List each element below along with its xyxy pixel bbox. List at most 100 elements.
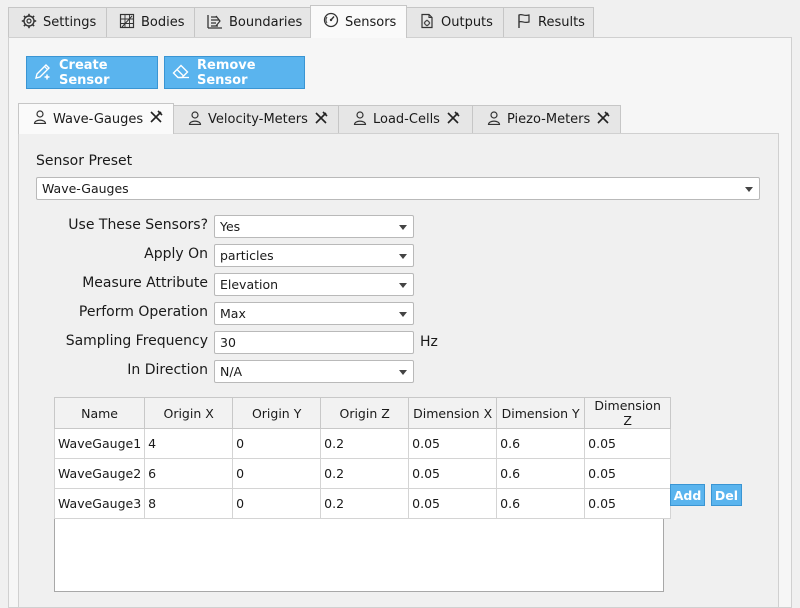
column-header[interactable]: Name (53, 397, 146, 429)
chevron-down-icon (399, 370, 407, 375)
tab-piezo-meters[interactable]: Piezo-Meters (472, 105, 621, 133)
tab-results[interactable]: Results (503, 7, 594, 37)
table-cell[interactable]: 0.2 (320, 458, 410, 489)
delete-row-button[interactable]: Del (711, 484, 742, 506)
column-header[interactable]: Dimension Y (496, 397, 586, 429)
table-cell[interactable]: 0 (232, 488, 322, 519)
eraser-icon (171, 61, 191, 85)
tab-velocity-meters[interactable]: Velocity-Meters (173, 105, 339, 133)
sampling-frequency-input[interactable]: 30 (214, 331, 414, 354)
table-header-row: Name Origin X Origin Y Origin Z Dimensio… (53, 397, 672, 429)
column-header[interactable]: Origin X (144, 397, 234, 429)
tab-sensors-label: Sensors (345, 14, 397, 30)
table-cell[interactable]: 4 (144, 428, 234, 459)
tab-outputs[interactable]: Outputs (406, 7, 504, 37)
table-cell[interactable]: 0.6 (496, 488, 586, 519)
tab-velocity-meters-label: Velocity-Meters (208, 112, 308, 127)
table-cell[interactable]: 0.05 (584, 458, 672, 489)
apply-on-label: Apply On (144, 246, 208, 262)
tab-load-cells[interactable]: Load-Cells (338, 105, 473, 133)
close-tools-icon[interactable] (149, 110, 163, 128)
apply-on-select[interactable]: particles (214, 244, 414, 267)
remove-sensor-label: Remove Sensor (197, 57, 256, 88)
apply-on-value: particles (220, 248, 274, 263)
create-sensor-label: Create Sensor (59, 57, 110, 88)
wave-icon (207, 13, 223, 33)
perform-operation-value: Max (220, 306, 246, 321)
column-header[interactable]: Dimension Z (584, 397, 672, 429)
create-sensor-button[interactable]: Create Sensor (26, 56, 158, 89)
sampling-frequency-label: Sampling Frequency (65, 333, 208, 349)
tab-boundaries[interactable]: Boundaries (194, 7, 311, 37)
gauge-icon (323, 12, 339, 32)
table-cell[interactable]: 0.05 (408, 488, 498, 519)
file-icon (419, 13, 435, 33)
table-cell[interactable]: 0.05 (408, 458, 498, 489)
table-cell[interactable]: WaveGauge1 (53, 428, 146, 459)
perform-operation-label: Perform Operation (78, 304, 208, 320)
use-sensors-value: Yes (220, 219, 241, 234)
table-row: WaveGauge2 6 0 0.2 0.05 0.6 0.05 (53, 458, 672, 489)
use-sensors-select[interactable]: Yes (214, 215, 414, 238)
person-icon (33, 110, 47, 128)
measure-attribute-value: Elevation (220, 277, 279, 292)
column-header[interactable]: Origin Y (232, 397, 322, 429)
tab-bodies-label: Bodies (141, 15, 185, 30)
table-cell[interactable]: 0.05 (584, 428, 672, 459)
tab-wave-gauges[interactable]: Wave-Gauges (18, 103, 174, 134)
flag-icon (516, 13, 532, 33)
chevron-down-icon (399, 225, 407, 230)
sensor-preset-label: Sensor Preset (36, 153, 133, 169)
tab-outputs-label: Outputs (441, 15, 493, 30)
table-cell[interactable]: WaveGauge3 (53, 488, 146, 519)
column-header[interactable]: Dimension X (408, 397, 498, 429)
table-cell[interactable]: 8 (144, 488, 234, 519)
table-cell[interactable]: 0 (232, 458, 322, 489)
table-cell[interactable]: 0.6 (496, 428, 586, 459)
chevron-down-icon (399, 283, 407, 288)
chevron-down-icon (399, 312, 407, 317)
tab-piezo-meters-label: Piezo-Meters (507, 112, 591, 127)
add-row-button[interactable]: Add (670, 484, 705, 506)
table-cell[interactable]: WaveGauge2 (53, 458, 146, 489)
table-cell[interactable]: 0 (232, 428, 322, 459)
measure-attribute-select[interactable]: Elevation (214, 273, 414, 296)
table-cell[interactable]: 0.2 (320, 428, 410, 459)
tab-bodies[interactable]: Bodies (106, 7, 195, 37)
sensor-preset-value: Wave-Gauges (42, 181, 129, 196)
chevron-down-icon (745, 187, 753, 192)
close-tools-icon[interactable] (314, 110, 328, 129)
remove-sensor-button[interactable]: Remove Sensor (164, 56, 305, 89)
frequency-unit: Hz (420, 334, 438, 350)
person-icon (487, 110, 501, 129)
tab-settings[interactable]: Settings (8, 7, 107, 37)
column-header[interactable]: Origin Z (320, 397, 410, 429)
in-direction-label: In Direction (127, 362, 208, 378)
sensor-preset-select[interactable]: Wave-Gauges (36, 177, 760, 200)
perform-operation-select[interactable]: Max (214, 302, 414, 325)
chevron-down-icon (399, 254, 407, 259)
table-cell[interactable]: 0.6 (496, 458, 586, 489)
person-icon (188, 110, 202, 129)
table-cell[interactable]: 0.2 (320, 488, 410, 519)
close-tools-icon[interactable] (596, 110, 610, 129)
person-icon (353, 110, 367, 129)
measure-attribute-label: Measure Attribute (82, 275, 208, 291)
gear-icon (21, 13, 37, 33)
in-direction-value: N/A (220, 364, 243, 379)
tab-load-cells-label: Load-Cells (373, 112, 440, 127)
grid-icon (119, 13, 135, 33)
tab-boundaries-label: Boundaries (229, 15, 303, 30)
tab-results-label: Results (538, 15, 585, 30)
tab-sensors[interactable]: Sensors (310, 5, 407, 38)
sampling-frequency-value: 30 (220, 335, 236, 350)
use-sensors-label: Use These Sensors? (68, 217, 208, 233)
table-cell[interactable]: 6 (144, 458, 234, 489)
sensor-table: Name Origin X Origin Y Origin Z Dimensio… (53, 397, 672, 519)
in-direction-select[interactable]: N/A (214, 360, 414, 383)
table-row: WaveGauge1 4 0 0.2 0.05 0.6 0.05 (53, 428, 672, 459)
tab-wave-gauges-label: Wave-Gauges (53, 111, 144, 127)
table-cell[interactable]: 0.05 (408, 428, 498, 459)
close-tools-icon[interactable] (446, 110, 460, 129)
table-cell[interactable]: 0.05 (584, 488, 672, 519)
